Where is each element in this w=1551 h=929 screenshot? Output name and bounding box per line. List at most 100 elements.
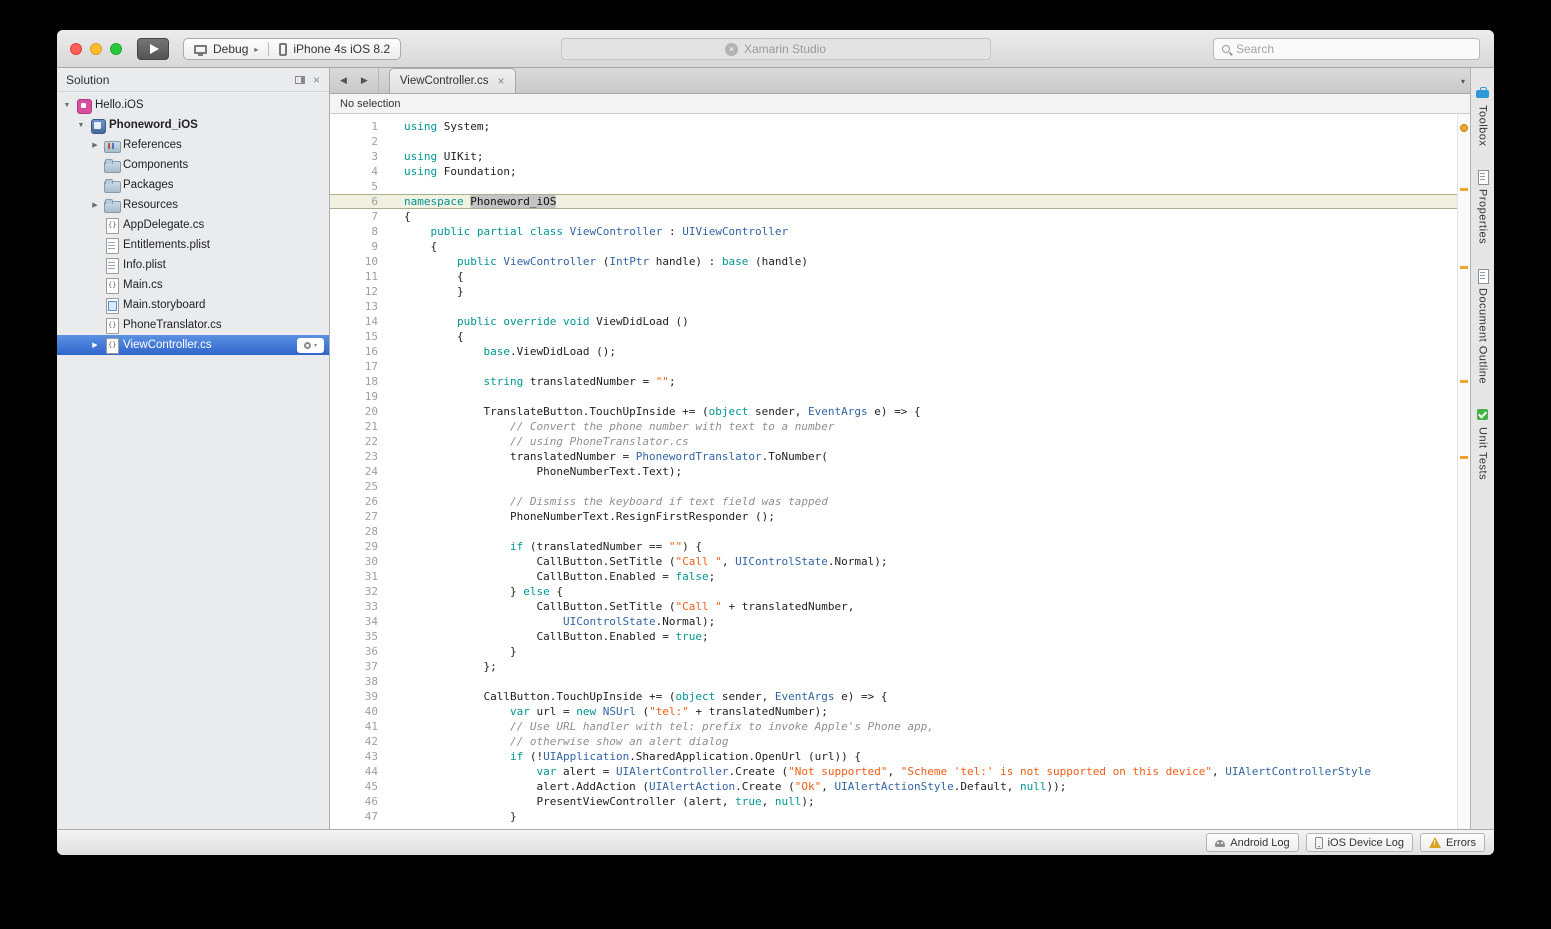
- code-line-12[interactable]: 12 }: [330, 284, 1457, 299]
- code-line-20[interactable]: 20 TranslateButton.TouchUpInside += (obj…: [330, 404, 1457, 419]
- tool-tab-unit-tests[interactable]: Unit Tests: [1476, 408, 1489, 480]
- chevron-right-icon[interactable]: ▶: [89, 201, 101, 209]
- dock-pad-icon[interactable]: [295, 76, 305, 84]
- tool-tab-document-outline[interactable]: Document Outline: [1476, 269, 1489, 384]
- tree-item-phoneword-ios[interactable]: ▼Phoneword_iOS: [57, 115, 329, 135]
- search-input[interactable]: [1236, 42, 1471, 56]
- tool-tab-properties[interactable]: Properties: [1476, 170, 1489, 244]
- close-tab-icon[interactable]: ×: [497, 75, 504, 87]
- code-line-30[interactable]: 30 CallButton.SetTitle ("Call ", UIContr…: [330, 554, 1457, 569]
- tab-viewcontroller-cs[interactable]: ViewController.cs ×: [389, 68, 516, 93]
- navigate-forward-button[interactable]: ▶: [361, 75, 368, 86]
- android-log-button[interactable]: Android Log: [1206, 833, 1298, 852]
- code-line-46[interactable]: 46 PresentViewController (alert, true, n…: [330, 794, 1457, 809]
- code-line-15[interactable]: 15 {: [330, 329, 1457, 344]
- tool-tab-toolbox[interactable]: Toolbox: [1476, 86, 1489, 146]
- code-line-17[interactable]: 17: [330, 359, 1457, 374]
- code-line-9[interactable]: 9 {: [330, 239, 1457, 254]
- code-line-40[interactable]: 40 var url = new NSUrl ("tel:" + transla…: [330, 704, 1457, 719]
- task-marker[interactable]: [1460, 188, 1468, 191]
- tree-item-appdelegate-cs[interactable]: AppDelegate.cs: [57, 215, 329, 235]
- close-pad-icon[interactable]: ×: [313, 74, 320, 86]
- code-line-19[interactable]: 19: [330, 389, 1457, 404]
- tree-item-viewcontroller-cs[interactable]: ▶ViewController.cs▾: [57, 335, 329, 355]
- tree-item-resources[interactable]: ▶Resources: [57, 195, 329, 215]
- code-line-42[interactable]: 42 // otherwise show an alert dialog: [330, 734, 1457, 749]
- code-line-35[interactable]: 35 CallButton.Enabled = true;: [330, 629, 1457, 644]
- item-options-button[interactable]: ▾: [297, 338, 324, 353]
- code-line-44[interactable]: 44 var alert = UIAlertController.Create …: [330, 764, 1457, 779]
- code-line-41[interactable]: 41 // Use URL handler with tel: prefix t…: [330, 719, 1457, 734]
- code-line-23[interactable]: 23 translatedNumber = PhonewordTranslato…: [330, 449, 1457, 464]
- code-line-27[interactable]: 27 PhoneNumberText.ResignFirstResponder …: [330, 509, 1457, 524]
- tree-item-hello-ios[interactable]: ▼Hello.iOS: [57, 95, 329, 115]
- task-marker[interactable]: [1460, 456, 1468, 459]
- code-line-3[interactable]: 3using UIKit;: [330, 149, 1457, 164]
- code-line-45[interactable]: 45 alert.AddAction (UIAlertAction.Create…: [330, 779, 1457, 794]
- navigate-back-button[interactable]: ◀: [340, 75, 347, 86]
- chevron-down-icon[interactable]: ▼: [75, 122, 87, 129]
- code-line-47[interactable]: 47 }: [330, 809, 1457, 824]
- code-line-24[interactable]: 24 PhoneNumberText.Text);: [330, 464, 1457, 479]
- code-line-13[interactable]: 13: [330, 299, 1457, 314]
- code-line-43[interactable]: 43 if (!UIApplication.SharedApplication.…: [330, 749, 1457, 764]
- build-target-selector[interactable]: Debug ▸ iPhone 4s iOS 8.2: [183, 38, 401, 60]
- search-field[interactable]: [1213, 38, 1480, 60]
- chevron-down-icon[interactable]: ▼: [61, 102, 73, 109]
- close-window-button[interactable]: [70, 43, 82, 55]
- code-line-16[interactable]: 16 base.ViewDidLoad ();: [330, 344, 1457, 359]
- scroll-marker-strip[interactable]: [1457, 114, 1470, 829]
- minimize-window-button[interactable]: [90, 43, 102, 55]
- line-number: 32: [330, 584, 386, 599]
- ios-device-icon: [1315, 837, 1323, 849]
- code-line-18[interactable]: 18 string translatedNumber = "";: [330, 374, 1457, 389]
- ios-device-log-button[interactable]: iOS Device Log: [1306, 833, 1413, 852]
- code-line-4[interactable]: 4using Foundation;: [330, 164, 1457, 179]
- task-marker[interactable]: [1460, 380, 1468, 383]
- code-line-38[interactable]: 38: [330, 674, 1457, 689]
- task-marker[interactable]: [1460, 266, 1468, 269]
- tree-item-phonetranslator-cs[interactable]: PhoneTranslator.cs: [57, 315, 329, 335]
- code-line-36[interactable]: 36 }: [330, 644, 1457, 659]
- task-marker[interactable]: [1460, 124, 1468, 132]
- code-line-5[interactable]: 5: [330, 179, 1457, 194]
- code-line-39[interactable]: 39 CallButton.TouchUpInside += (object s…: [330, 689, 1457, 704]
- chevron-right-icon[interactable]: ▶: [89, 141, 101, 149]
- code-line-37[interactable]: 37 };: [330, 659, 1457, 674]
- errors-button[interactable]: Errors: [1420, 833, 1485, 852]
- code-line-11[interactable]: 11 {: [330, 269, 1457, 284]
- code-line-32[interactable]: 32 } else {: [330, 584, 1457, 599]
- line-number: 39: [330, 689, 386, 704]
- code-line-1[interactable]: 1using System;: [330, 119, 1457, 134]
- tree-item-components[interactable]: Components: [57, 155, 329, 175]
- code-line-10[interactable]: 10 public ViewController (IntPtr handle)…: [330, 254, 1457, 269]
- run-button[interactable]: [137, 38, 169, 60]
- code-line-28[interactable]: 28: [330, 524, 1457, 539]
- tree-item-references[interactable]: ▶References: [57, 135, 329, 155]
- tree-item-main-cs[interactable]: Main.cs: [57, 275, 329, 295]
- code-area[interactable]: 1using System;23using UIKit;4using Found…: [330, 114, 1457, 829]
- code-line-6[interactable]: 6namespace Phoneword_iOS: [330, 194, 1457, 209]
- code-line-14[interactable]: 14 public override void ViewDidLoad (): [330, 314, 1457, 329]
- tree-item-packages[interactable]: Packages: [57, 175, 329, 195]
- tab-list-chevron-icon[interactable]: ▾: [1461, 77, 1465, 86]
- code-line-33[interactable]: 33 CallButton.SetTitle ("Call " + transl…: [330, 599, 1457, 614]
- code-line-21[interactable]: 21 // Convert the phone number with text…: [330, 419, 1457, 434]
- zoom-window-button[interactable]: [110, 43, 122, 55]
- chevron-right-icon[interactable]: ▶: [89, 341, 101, 349]
- code-line-26[interactable]: 26 // Dismiss the keyboard if text field…: [330, 494, 1457, 509]
- line-number: 40: [330, 704, 386, 719]
- code-line-31[interactable]: 31 CallButton.Enabled = false;: [330, 569, 1457, 584]
- tree-item-info-plist[interactable]: Info.plist: [57, 255, 329, 275]
- code-line-7[interactable]: 7{: [330, 209, 1457, 224]
- code-line-8[interactable]: 8 public partial class ViewController : …: [330, 224, 1457, 239]
- code-line-2[interactable]: 2: [330, 134, 1457, 149]
- line-text: PhoneNumberText.ResignFirstResponder ();: [386, 509, 1457, 524]
- code-line-25[interactable]: 25: [330, 479, 1457, 494]
- tree-item-entitlements-plist[interactable]: Entitlements.plist: [57, 235, 329, 255]
- code-line-29[interactable]: 29 if (translatedNumber == "") {: [330, 539, 1457, 554]
- line-text: // using PhoneTranslator.cs: [386, 434, 1457, 449]
- tree-item-main-storyboard[interactable]: Main.storyboard: [57, 295, 329, 315]
- code-line-22[interactable]: 22 // using PhoneTranslator.cs: [330, 434, 1457, 449]
- code-line-34[interactable]: 34 UIControlState.Normal);: [330, 614, 1457, 629]
